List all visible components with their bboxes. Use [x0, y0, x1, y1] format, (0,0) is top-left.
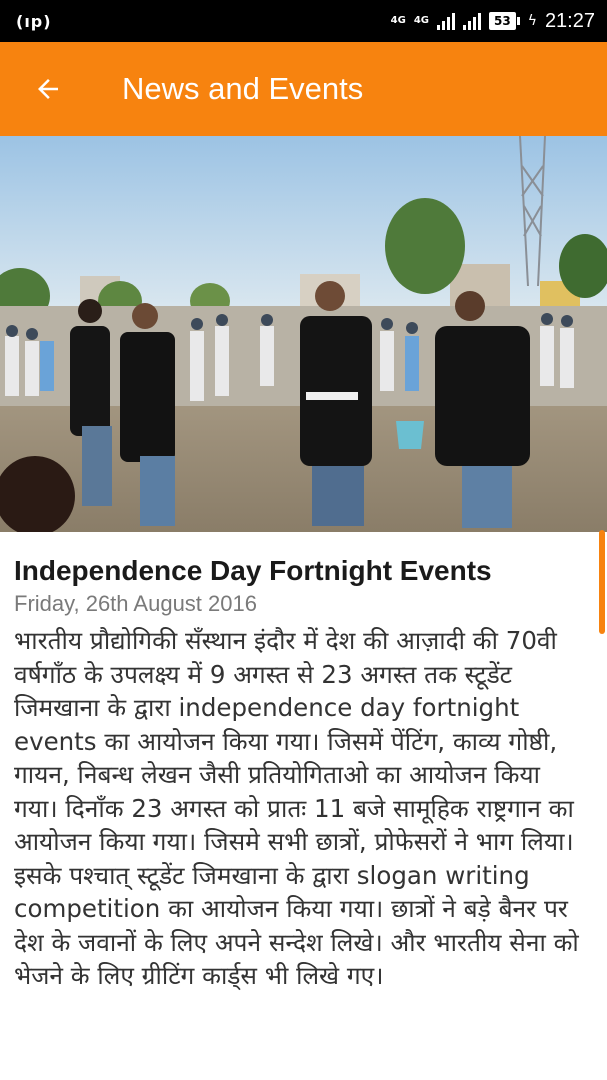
back-button[interactable] [18, 59, 78, 119]
article: Independence Day Fortnight Events Friday… [0, 532, 607, 993]
page-title: News and Events [122, 71, 364, 106]
clock: 21:27 [544, 9, 595, 32]
hotspot-icon: (ıp) [16, 11, 52, 31]
arrow-left-icon [38, 79, 58, 99]
article-body: भारतीय प्रौद्योगिकी सँस्थान इंदौर में दे… [14, 626, 579, 990]
battery-level: 53 [488, 12, 516, 30]
charging-icon: ϟ [527, 13, 537, 29]
scrollbar-thumb[interactable] [599, 530, 605, 634]
app-bar: News and Events [0, 42, 607, 136]
network-type-label: 4G [390, 15, 406, 26]
article-title: Independence Day Fortnight Events [14, 555, 492, 586]
signal-icon [436, 12, 455, 30]
signal-icon-2 [462, 12, 481, 30]
status-bar: (ıp) 4G 4G 53 ϟ 21:27 [0, 0, 607, 42]
status-icons: 4G 4G 53 ϟ 21:27 [391, 10, 595, 33]
battery-icon: 53 [488, 12, 520, 30]
network-type-label-2: 4G [413, 15, 429, 26]
article-date: Friday, 26th August 2016 [14, 591, 257, 616]
news-detail-content[interactable]: Independence Day Fortnight Events Friday… [0, 136, 607, 1080]
event-photo [0, 136, 607, 532]
